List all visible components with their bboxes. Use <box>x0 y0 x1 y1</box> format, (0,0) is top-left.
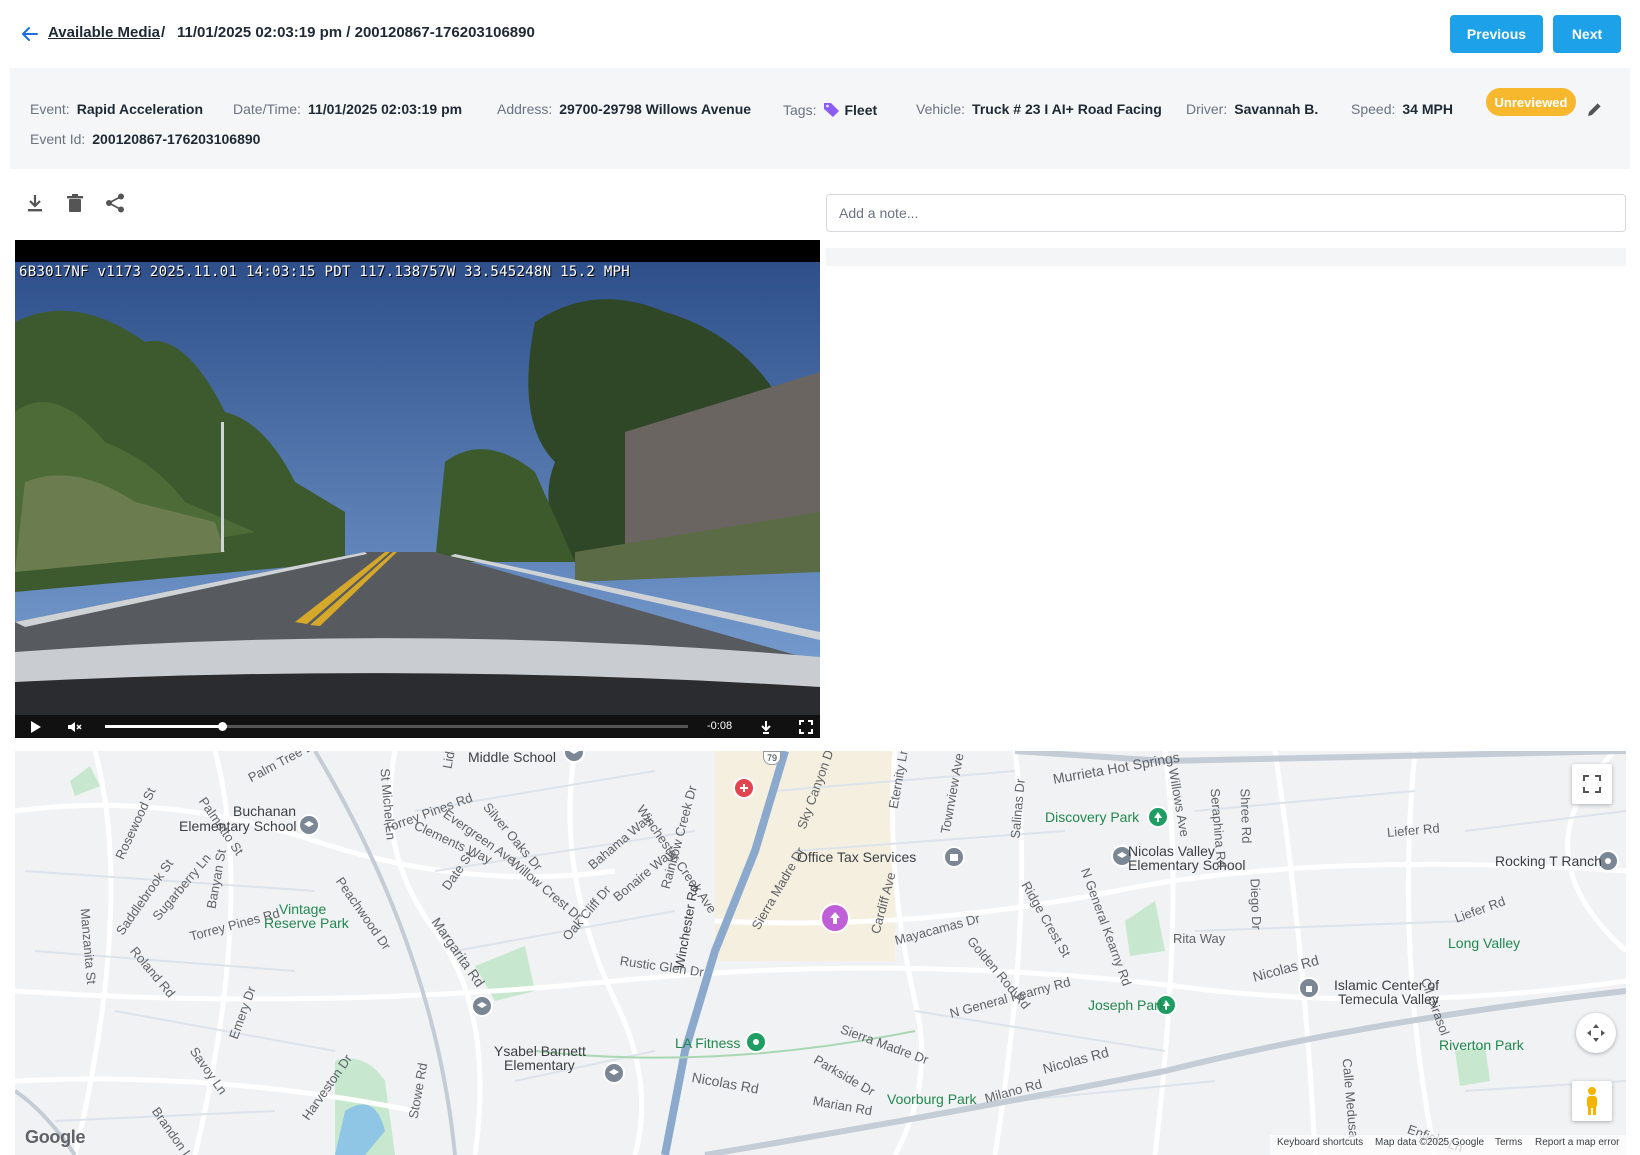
speed-value: 34 MPH <box>1402 101 1453 117</box>
video-time-remaining: -0:08 <box>707 720 733 732</box>
camera-control-icon <box>1587 1024 1605 1042</box>
tag-icon <box>824 103 840 117</box>
map-label: Buchanan <box>233 803 297 819</box>
report-map-error-link[interactable]: Report a map error <box>1535 1137 1619 1148</box>
video-progress-bar[interactable] <box>105 722 688 731</box>
map-label: Office Tax Services <box>797 849 917 865</box>
map-camera-control[interactable] <box>1576 1013 1616 1053</box>
notes-list-area <box>826 248 1626 266</box>
event-id-field: Event Id: 200120867-176203106890 <box>30 131 260 147</box>
video-controls: -0:08 <box>15 715 820 738</box>
datetime-field: Date/Time: 11/01/2025 02:03:19 pm <box>233 101 462 117</box>
event-field: Event: Rapid Acceleration <box>30 101 203 117</box>
fullscreen-video-icon[interactable] <box>798 719 814 735</box>
speed-field: Speed: 34 MPH <box>1351 101 1453 117</box>
edit-pencil-icon[interactable] <box>1586 100 1604 118</box>
datetime-label: Date/Time: <box>233 101 301 117</box>
vehicle-marker-icon[interactable] <box>820 903 850 933</box>
park-marker-icon[interactable] <box>1147 806 1169 828</box>
top-bar: Available Media / 11/01/2025 02:03:19 pm… <box>0 0 1640 68</box>
street-view-pegman[interactable] <box>1572 1081 1612 1121</box>
status-badge: Unreviewed <box>1486 88 1576 116</box>
map-label: Diego Dr <box>1247 878 1265 931</box>
map-label: Middle School <box>468 751 556 765</box>
office-marker-icon[interactable] <box>943 846 965 868</box>
event-id-value: 200120867-176203106890 <box>92 131 261 147</box>
map-label: LA Fitness <box>675 1035 741 1051</box>
map-label: Joseph Park <box>1088 997 1166 1013</box>
map-label: Discovery Park <box>1045 809 1140 825</box>
tags-label: Tags: <box>783 102 817 118</box>
place-marker-icon[interactable] <box>1298 977 1320 999</box>
video-player[interactable]: 6B3017NF v1173 2025.11.01 14:03:15 PDT 1… <box>15 240 820 738</box>
map-label: Voorburg Park <box>887 1091 977 1107</box>
video-progress-knob[interactable] <box>217 722 227 731</box>
back-arrow-icon[interactable] <box>20 24 40 44</box>
map-label: Rocking T Ranch <box>1495 853 1602 869</box>
vehicle-field: Vehicle: Truck # 23 I AI+ Road Facing <box>916 101 1162 117</box>
map-label: Riverton Park <box>1439 1037 1524 1053</box>
tags-value: Fleet <box>844 102 878 118</box>
datetime-value: 11/01/2025 02:03:19 pm <box>307 101 463 117</box>
address-field: Address: 29700-29798 Willows Avenue <box>497 101 751 117</box>
breadcrumb-available-media[interactable]: Available Media <box>48 24 160 41</box>
address-label: Address: <box>497 101 553 117</box>
driver-value: Savannah B. <box>1234 101 1319 117</box>
breadcrumb-separator: / <box>161 24 166 41</box>
school-marker-icon[interactable] <box>603 1062 625 1084</box>
video-progress-fill <box>105 725 222 728</box>
address-value: 29700-29798 Willows Avenue <box>559 101 752 117</box>
route-shield: 79 <box>763 751 781 765</box>
vehicle-value: Truck # 23 I AI+ Road Facing <box>972 101 1162 117</box>
driver-label: Driver: <box>1186 101 1228 117</box>
event-info-panel <box>10 68 1630 169</box>
map-label: Elementary School <box>179 818 297 834</box>
video-overlay-text: 6B3017NF v1173 2025.11.01 14:03:15 PDT 1… <box>19 264 631 280</box>
share-icon[interactable] <box>104 192 126 214</box>
event-label: Event: <box>30 101 70 117</box>
previous-button[interactable]: Previous <box>1450 15 1543 53</box>
driver-field: Driver: Savannah B. <box>1186 101 1318 117</box>
map[interactable]: 79 Middle School Palm Tree Ln St Michel … <box>15 751 1626 1155</box>
dashcam-frame <box>15 262 820 715</box>
note-input[interactable] <box>826 194 1626 232</box>
map-fullscreen-button[interactable] <box>1572 764 1612 804</box>
event-id-label: Event Id: <box>30 131 86 147</box>
google-logo: Google <box>25 1127 86 1147</box>
trash-icon[interactable] <box>64 192 86 214</box>
play-icon[interactable] <box>27 719 43 735</box>
keyboard-shortcuts-link[interactable]: Keyboard shortcuts <box>1277 1137 1363 1148</box>
school-marker-icon[interactable] <box>471 995 493 1017</box>
gym-marker-icon[interactable] <box>745 1031 767 1053</box>
download-icon[interactable] <box>24 192 46 214</box>
vehicle-label: Vehicle: <box>916 101 966 117</box>
pegman-icon <box>1587 1087 1597 1115</box>
map-label: Long Valley <box>1448 935 1521 951</box>
map-label: Shree Rd <box>1237 788 1255 844</box>
terms-link[interactable]: Terms <box>1495 1137 1522 1148</box>
map-label: Rita Way <box>1173 931 1226 946</box>
download-video-icon[interactable] <box>758 719 774 735</box>
speed-label: Speed: <box>1351 101 1396 117</box>
next-button[interactable]: Next <box>1553 15 1621 53</box>
mute-icon[interactable] <box>66 719 82 735</box>
map-label: Elementary <box>504 1057 575 1073</box>
event-value: Rapid Acceleration <box>76 101 203 117</box>
school-marker-icon[interactable] <box>298 814 320 836</box>
fullscreen-icon <box>1583 775 1601 793</box>
map-data-attribution: Map data ©2025 Google <box>1375 1137 1485 1148</box>
hospital-marker-icon[interactable] <box>733 777 755 799</box>
page-title: 11/01/2025 02:03:19 pm / 200120867-17620… <box>177 24 535 41</box>
tags-field: Tags: Fleet <box>783 101 877 118</box>
